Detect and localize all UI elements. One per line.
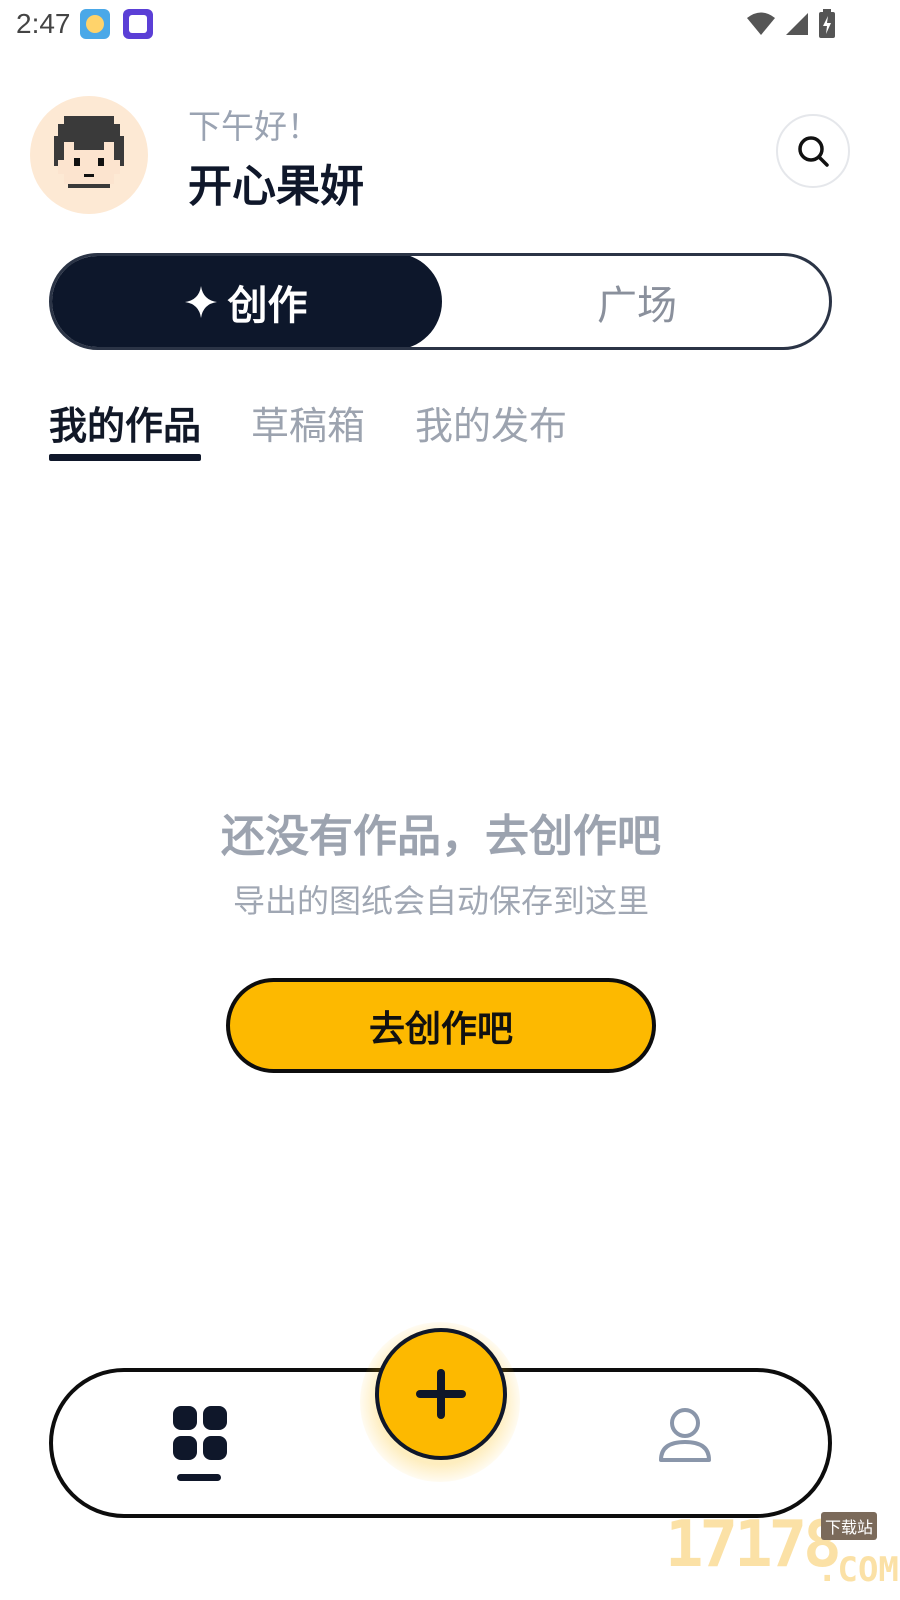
grid-icon bbox=[173, 1406, 227, 1460]
watermark: 17178 下载站 .COM bbox=[665, 1508, 899, 1598]
go-create-button[interactable]: 去创作吧 bbox=[226, 978, 656, 1073]
status-time: 2:47 bbox=[16, 8, 71, 39]
empty-state-subtitle: 导出的图纸会自动保存到这里 bbox=[232, 882, 649, 920]
watermark-number: 17178 bbox=[665, 1508, 842, 1582]
status-indicators bbox=[746, 8, 836, 40]
plus-icon bbox=[416, 1369, 466, 1419]
tab-create[interactable]: 创作 bbox=[52, 256, 442, 347]
nav-active-indicator bbox=[177, 1474, 221, 1481]
mode-segment: 创作 广场 bbox=[49, 253, 832, 350]
subtab-my-published[interactable]: 我的发布 bbox=[415, 395, 567, 461]
status-bar: 2:47 bbox=[0, 0, 900, 48]
works-subtabs: 我的作品 草稿箱 我的发布 bbox=[49, 395, 567, 465]
nav-profile[interactable] bbox=[657, 1406, 713, 1466]
tab-square-label: 广场 bbox=[597, 282, 677, 329]
app-notification-icon bbox=[123, 9, 153, 39]
search-button[interactable] bbox=[776, 114, 850, 188]
pixel-avatar-icon bbox=[54, 116, 124, 188]
signal-icon bbox=[786, 13, 808, 35]
wifi-icon bbox=[747, 12, 775, 35]
watermark-tag: 下载站 bbox=[821, 1512, 878, 1540]
search-icon bbox=[798, 136, 829, 167]
tab-square[interactable]: 广场 bbox=[442, 256, 829, 347]
nav-home[interactable] bbox=[171, 1404, 231, 1484]
empty-state-title: 还没有作品，去创作吧 bbox=[221, 811, 661, 862]
subtab-drafts[interactable]: 草稿箱 bbox=[251, 395, 365, 461]
watermark-suffix: .COM bbox=[817, 1550, 899, 1590]
subtab-my-works[interactable]: 我的作品 bbox=[49, 395, 202, 461]
greeting-text: 下午好！ bbox=[188, 107, 320, 146]
username: 开心果妍 bbox=[188, 161, 364, 212]
tab-create-label: 创作 bbox=[227, 282, 308, 329]
go-create-button-label: 去创作吧 bbox=[368, 1008, 513, 1050]
avatar[interactable] bbox=[30, 96, 148, 214]
add-button[interactable] bbox=[375, 1328, 507, 1460]
sparkle-icon bbox=[184, 285, 217, 318]
app-notification-icon bbox=[80, 9, 110, 39]
user-icon bbox=[659, 1408, 711, 1462]
battery-icon bbox=[819, 9, 835, 38]
